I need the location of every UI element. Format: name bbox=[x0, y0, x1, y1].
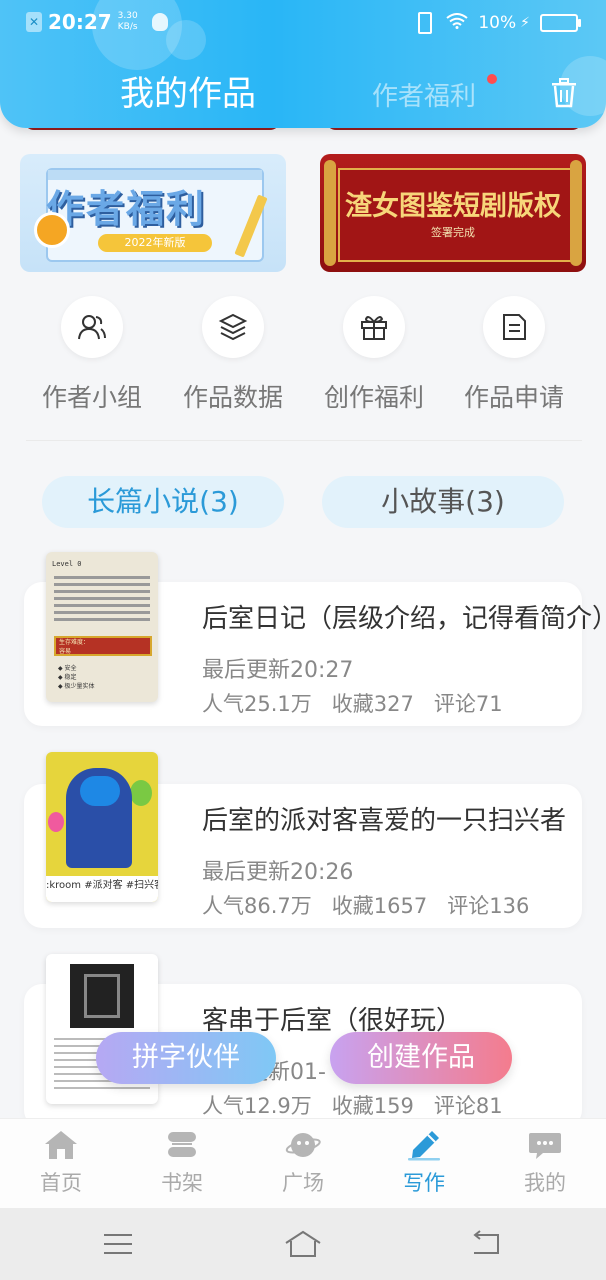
bottom-nav: 首页 书架 广场 写作 我的 bbox=[0, 1118, 606, 1209]
work-favorites: 收藏1657 bbox=[331, 894, 428, 918]
home-icon bbox=[43, 1129, 79, 1161]
nav-plaza[interactable]: 广场 bbox=[253, 1129, 353, 1197]
cover-bullets: ◆ 安全 ◆ 稳定 ◆ 极少量实体 bbox=[58, 665, 95, 690]
status-time: 20:27 bbox=[48, 10, 112, 34]
system-nav-bar bbox=[0, 1208, 606, 1280]
divider bbox=[26, 440, 582, 441]
qq-icon bbox=[151, 13, 168, 31]
work-cover[interactable]: Level 0 生存难度： 容易 ◆ 安全 ◆ 稳定 ◆ 极少量实体 bbox=[46, 552, 158, 702]
work-popularity: 人气12.9万 bbox=[202, 1094, 312, 1118]
character-face bbox=[80, 776, 120, 806]
cover-difficulty-bar: 生存难度： 容易 bbox=[54, 636, 152, 656]
quick-label: 作品申请 bbox=[463, 383, 564, 412]
back-icon[interactable] bbox=[468, 1230, 508, 1258]
nav-label: 首页 bbox=[40, 1171, 82, 1195]
author-group-icon bbox=[61, 296, 123, 358]
tab-my-works[interactable]: 我的作品 bbox=[120, 66, 256, 115]
work-comments: 评论136 bbox=[447, 894, 530, 918]
quick-work-application[interactable]: 作品申请 bbox=[444, 296, 584, 414]
work-updated: 最后更新20:26 bbox=[202, 860, 354, 885]
quick-label: 作者小组 bbox=[41, 383, 142, 412]
network-speed: 3.30 KB/s bbox=[117, 11, 138, 32]
work-stats: 人气12.9万 收藏159 评论81 bbox=[202, 1090, 523, 1120]
work-stats: 人气86.7万 收藏1657 评论136 bbox=[202, 890, 549, 920]
balloon-decoration bbox=[48, 812, 64, 832]
work-cover[interactable]: :kroom #派对客 #扫兴客 頁 bbox=[46, 752, 158, 902]
work-favorites: 收藏159 bbox=[331, 1094, 414, 1118]
notification-icon: ✕ bbox=[26, 12, 42, 32]
home-button-icon[interactable] bbox=[283, 1230, 323, 1258]
banner-author-benefits[interactable]: 作者福利 2022年新版 bbox=[20, 154, 286, 272]
quick-creation-benefits[interactable]: 创作福利 bbox=[304, 296, 444, 414]
charging-icon: ⚡ bbox=[520, 15, 530, 31]
nav-home[interactable]: 首页 bbox=[11, 1129, 111, 1197]
quick-author-group[interactable]: 作者小组 bbox=[22, 296, 162, 414]
work-comments: 评论81 bbox=[433, 1094, 503, 1118]
nav-bookshelf[interactable]: 书架 bbox=[132, 1129, 232, 1197]
tab-short-stories[interactable]: 小故事(3) bbox=[322, 476, 564, 528]
banner-title: 作者福利 bbox=[46, 187, 207, 231]
nav-label: 我的 bbox=[524, 1171, 566, 1195]
nav-mine[interactable]: 我的 bbox=[495, 1129, 595, 1197]
work-title[interactable]: 后室的派对客喜爱的一只扫兴者 bbox=[202, 800, 606, 837]
work-updated: 最后更新20:27 bbox=[202, 658, 354, 683]
alarm-clock-icon bbox=[34, 212, 70, 248]
banner-badge: 2022年新版 bbox=[98, 234, 212, 252]
layers-icon bbox=[202, 296, 264, 358]
quick-label: 作品数据 bbox=[182, 383, 283, 412]
pen-icon bbox=[406, 1129, 442, 1161]
cover-header: Level 0 bbox=[52, 560, 82, 568]
balloon-decoration bbox=[130, 780, 152, 806]
document-icon bbox=[483, 296, 545, 358]
work-popularity: 人气86.7万 bbox=[202, 894, 312, 918]
chat-icon bbox=[527, 1129, 563, 1161]
nav-label: 写作 bbox=[403, 1171, 445, 1195]
header-bar: ✕ 20:27 3.30 KB/s 10% ⚡ 我的作品 作者福利 bbox=[0, 0, 606, 128]
create-work-button[interactable]: 创建作品 bbox=[330, 1032, 512, 1084]
cover-caption: :kroom #派对客 #扫兴客 頁 bbox=[46, 876, 158, 902]
gift-icon bbox=[343, 296, 405, 358]
tab-long-novels[interactable]: 长篇小说(3) bbox=[42, 476, 284, 528]
battery-percent: 10% bbox=[478, 13, 517, 33]
status-bar: ✕ 20:27 3.30 KB/s 10% ⚡ bbox=[0, 8, 606, 38]
notification-dot bbox=[487, 74, 497, 84]
nav-writing[interactable]: 写作 bbox=[374, 1129, 474, 1197]
vibrate-icon bbox=[418, 12, 433, 34]
work-title[interactable]: 后室日记（层级介绍，记得看简介） bbox=[202, 598, 606, 635]
writing-partner-button[interactable]: 拼字伙伴 bbox=[96, 1032, 276, 1084]
menu-icon[interactable] bbox=[100, 1230, 140, 1258]
window-icon bbox=[84, 974, 120, 1018]
tab-author-benefits[interactable]: 作者福利 bbox=[372, 76, 476, 113]
banner-copyright[interactable]: 渣女图鉴短剧版权 签署完成 bbox=[320, 154, 586, 272]
work-favorites: 收藏327 bbox=[331, 692, 414, 716]
nav-label: 广场 bbox=[282, 1171, 324, 1195]
quick-work-data[interactable]: 作品数据 bbox=[163, 296, 303, 414]
nav-label: 书架 bbox=[161, 1171, 203, 1195]
banner-title: 渣女图鉴短剧版权 bbox=[345, 191, 561, 222]
quick-label: 创作福利 bbox=[323, 383, 424, 412]
battery-icon bbox=[540, 14, 581, 32]
wifi-icon bbox=[446, 12, 468, 34]
bookshelf-icon bbox=[164, 1129, 200, 1161]
work-popularity: 人气25.1万 bbox=[202, 692, 312, 716]
planet-icon bbox=[285, 1129, 321, 1161]
cover-text-lines bbox=[54, 576, 150, 625]
work-stats: 人气25.1万 收藏327 评论71 bbox=[202, 688, 523, 718]
trash-icon[interactable] bbox=[550, 78, 578, 108]
work-comments: 评论71 bbox=[433, 692, 503, 716]
banner-subtitle: 签署完成 bbox=[431, 226, 475, 239]
